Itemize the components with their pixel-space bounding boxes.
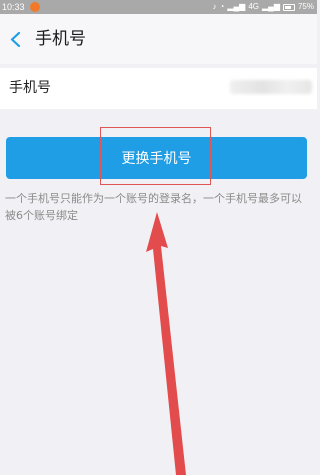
phone-number-value-blurred: [230, 80, 312, 94]
battery-icon: [282, 3, 295, 11]
page-title: 手机号: [35, 29, 86, 49]
phone-number-row: 手机号: [0, 68, 317, 109]
phone-number-label: 手机号: [9, 80, 51, 96]
signal-icon-2: ▂▄▆: [262, 2, 280, 11]
highlight-box-annotation: [100, 127, 211, 185]
network-type: 4G: [248, 2, 259, 11]
wifi-icon: ◔: [219, 2, 225, 11]
chevron-left-icon[interactable]: [9, 32, 22, 47]
binding-note: 一个手机号只能作为一个账号的登录名，一个手机号最多可以被6个账号绑定: [5, 192, 302, 222]
status-bar: 10:33 ♪ ◔ ▂▄▆ 4G ▂▄▆ 75%: [0, 0, 317, 14]
signal-icon: ▂▄▆: [227, 2, 246, 11]
header: 手机号: [0, 14, 317, 64]
mute-icon: ♪: [212, 2, 217, 11]
battery-percent: 75%: [297, 2, 314, 11]
status-icons: ♪ ◔ ▂▄▆ 4G ▂▄▆ 75%: [213, 0, 315, 14]
notification-icon: [30, 2, 40, 12]
status-time: 10:33: [2, 2, 25, 12]
